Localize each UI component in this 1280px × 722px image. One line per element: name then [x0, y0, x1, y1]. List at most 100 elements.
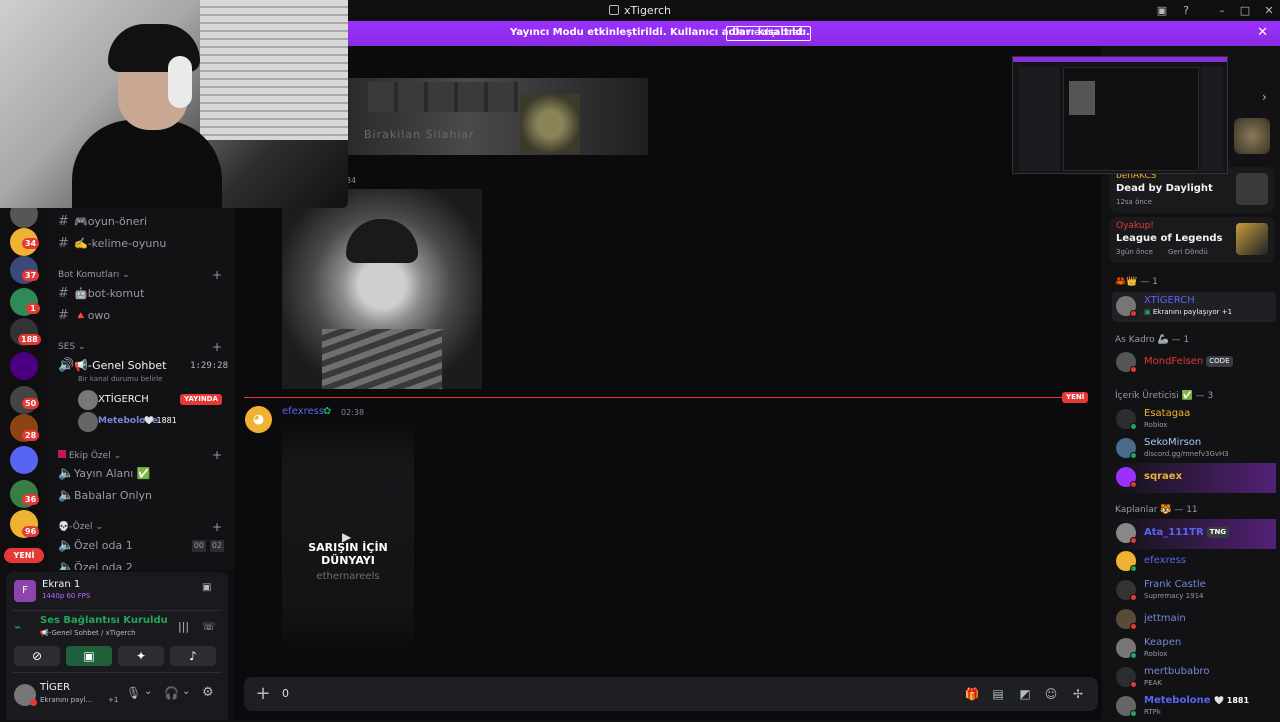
help-icon[interactable]: ? [1178, 3, 1194, 19]
channel-label: Yayın Alanı ✅ [74, 467, 151, 480]
message-author[interactable]: efexress [282, 406, 324, 417]
new-unreads-pill[interactable]: YENİ [4, 548, 44, 563]
voice-channel-ozel-oda-2[interactable]: 🔈Özel oda 2 [58, 558, 133, 570]
soundboard-icon: ♪ [189, 649, 197, 663]
member-item[interactable]: efexress [1112, 547, 1276, 577]
video-watermark: ethernareels [316, 571, 380, 582]
server-badge: 96 [22, 526, 40, 537]
stream-preview-pip[interactable] [1012, 56, 1228, 174]
avatar[interactable]: ◕ [245, 406, 272, 433]
stream-preview-icon: F [14, 580, 36, 602]
chevron-right-icon[interactable]: › [1262, 90, 1267, 104]
close-window-icon[interactable]: ✕ [1261, 3, 1277, 19]
close-banner-icon[interactable]: ✕ [1257, 25, 1268, 40]
member-item[interactable]: Esatagaa Roblox [1112, 405, 1276, 435]
attachment-image[interactable] [282, 189, 482, 389]
voice-channel-genel-sohbet[interactable]: 🔊📢-Genel Sohbet 1:29:28 [58, 356, 228, 376]
message-input[interactable]: 0 [282, 687, 289, 700]
member-item[interactable]: SekoMirson discord.gg/mnefv3GvH3 [1112, 434, 1276, 464]
chevron-down-icon[interactable]: ⌄ [182, 686, 190, 697]
member-item[interactable]: mertbubabro PEAK [1112, 663, 1276, 693]
voice-channel-babalar-onlyn[interactable]: 🔈Babalar Onlyn [58, 486, 152, 506]
category-ses[interactable]: SES ⌄ [58, 342, 86, 352]
add-attachment-icon[interactable]: + [252, 683, 274, 705]
inbox-icon[interactable]: ▣ [1154, 3, 1170, 19]
sticker-icon[interactable]: ◩ [1017, 686, 1033, 702]
server-badge: 188 [18, 334, 41, 345]
headphones-icon[interactable]: 🎧 [164, 686, 179, 700]
disconnect-icon[interactable]: ☏ [202, 620, 216, 633]
member-item[interactable]: Frank Castle Supremacy 1914 [1112, 576, 1276, 606]
activity-time: 3gün önce [1116, 248, 1153, 256]
member-item[interactable]: XTİGERCH ▣ Ekranını paylaşıyor +1 [1112, 292, 1276, 322]
member-item[interactable]: sqraex [1112, 463, 1276, 493]
voice-user-name[interactable]: XTİGERCH [98, 394, 149, 405]
gif-icon[interactable]: ▤ [990, 686, 1006, 702]
speaker-icon: 🔈 [58, 466, 75, 481]
channel-oyun-oneri[interactable]: # 🎮oyun-öneri [58, 212, 147, 232]
status-dot [1130, 623, 1137, 630]
video-attachment[interactable]: ▶ SARIŞIN İÇİN DÜNYAYI ethernareels [282, 420, 414, 653]
activity-card[interactable]: Oyakup! League of Legends 3gün önce Geri… [1110, 217, 1274, 263]
category-ozel[interactable]: 💀-Özel ⌄ [58, 522, 103, 532]
server-icon[interactable] [10, 446, 38, 474]
apps-icon[interactable]: ✢ [1070, 686, 1086, 702]
minimize-icon[interactable]: – [1214, 3, 1230, 19]
username: TİGER [40, 682, 71, 693]
category-ekip-ozel[interactable]: Ekip Özel ⌄ [58, 450, 121, 461]
speaker-icon: 🔈 [58, 560, 75, 570]
hash-icon: # [58, 308, 69, 323]
server-icon[interactable] [10, 352, 38, 380]
pip-content [1069, 81, 1095, 115]
chevron-down-icon[interactable]: ⌄ [144, 686, 152, 697]
image-content [346, 219, 418, 263]
add-channel-icon[interactable]: + [212, 340, 222, 354]
screen-share-button[interactable]: ▣ [66, 646, 112, 666]
activity-game: League of Legends [1116, 233, 1223, 244]
attachment-image[interactable]: Birakilan Silahlar [348, 78, 648, 155]
channel-label: Özel oda 1 [74, 539, 133, 552]
voice-channel-ozel-oda-1[interactable]: 🔈Özel oda 1 00 02 [58, 536, 224, 556]
voice-channel-yayin-alani[interactable]: 🔈Yayın Alanı ✅ [58, 464, 151, 484]
channel-bot-komut[interactable]: # 🤖bot-komut [58, 284, 144, 304]
add-channel-icon[interactable]: + [212, 268, 222, 282]
video-title: SARIŞIN İÇİN DÜNYAYI [308, 541, 388, 567]
user-count: 00 [191, 540, 206, 552]
category-bot-komutlari[interactable]: Bot Komutları ⌄ [58, 270, 130, 280]
member-item[interactable]: Ata_111TR TNG [1112, 519, 1276, 549]
disable-streamer-mode-button[interactable]: Devre dışı bırak [726, 26, 811, 41]
maximize-icon[interactable]: □ [1237, 3, 1253, 19]
status-dot [1130, 537, 1137, 544]
camera-toggle-button[interactable]: ⊘ [14, 646, 60, 666]
member-name-text: Metebolone [1144, 695, 1211, 706]
category-label: Bot Komutları [58, 270, 120, 280]
voice-status[interactable]: Ses Bağlantısı Kuruldu [40, 615, 168, 626]
channel-owo[interactable]: # 🔺owo [58, 306, 110, 326]
server-badge: 28 [22, 430, 40, 441]
noise-suppression-icon[interactable]: ||| [178, 620, 189, 633]
activity-time: 12sa önce [1116, 198, 1152, 206]
channel-kelime-oyunu[interactable]: # ✍️-kelime-oyunu [58, 234, 166, 254]
soundboard-button[interactable]: ♪ [170, 646, 216, 666]
message-time: 02:38 [341, 408, 365, 417]
microphone-icon[interactable]: 🎙 [126, 686, 141, 700]
member-item[interactable]: Keapen Roblox [1112, 634, 1276, 664]
settings-gear-icon[interactable]: ⚙ [202, 685, 214, 700]
member-item[interactable]: MondFelsen CODE [1112, 348, 1276, 378]
member-name: efexress [1144, 555, 1187, 566]
member-status-extra: +1 [1221, 308, 1233, 316]
activities-button[interactable]: ✦ [118, 646, 164, 666]
voice-channel-path[interactable]: 📢-Genel Sohbet / xTigerch [40, 629, 136, 637]
member-item[interactable]: jettmain [1112, 605, 1276, 635]
chevron-down-icon: ⌄ [113, 451, 122, 461]
member-item[interactable]: Metebolone 🤍 1881 RTPk [1112, 692, 1276, 722]
add-channel-icon[interactable]: + [212, 448, 222, 462]
hash-icon: # [58, 214, 69, 229]
gift-icon[interactable]: 🎁 [964, 686, 980, 702]
emoji-icon[interactable]: ☺ [1043, 686, 1059, 702]
voice-status-hint[interactable]: Bir kanal durumu belirle [78, 375, 162, 383]
member-tag: TNG [1206, 527, 1230, 538]
stop-stream-icon[interactable]: ▣ [202, 582, 216, 594]
message-composer[interactable]: + 0 🎁 ▤ ◩ ☺ ✢ [244, 677, 1098, 711]
add-channel-icon[interactable]: + [212, 520, 222, 534]
